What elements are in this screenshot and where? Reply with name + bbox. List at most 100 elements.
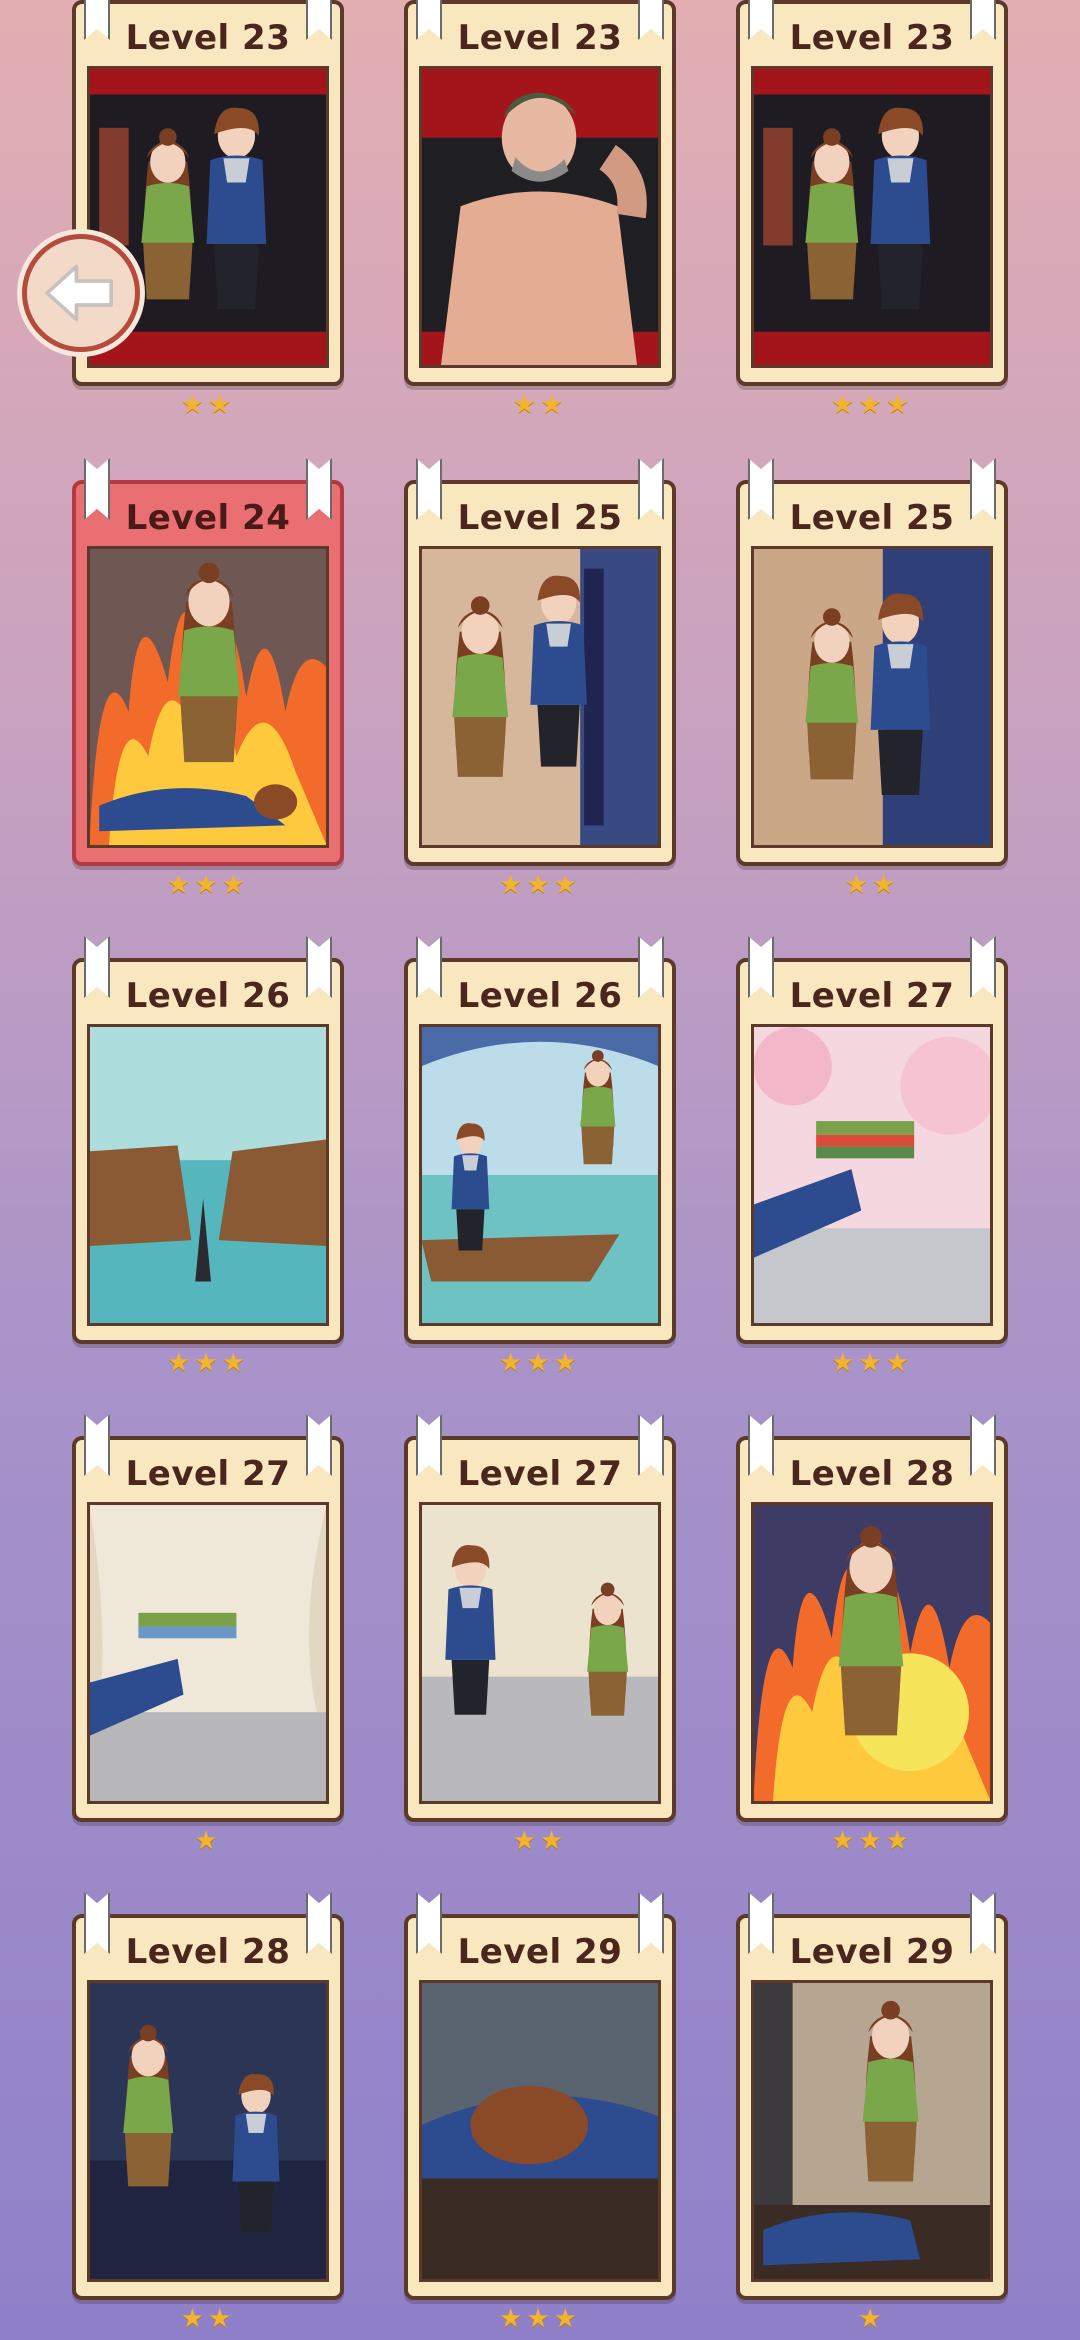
scene-illustration — [422, 69, 658, 365]
back-button[interactable] — [22, 234, 140, 352]
scene-illustration — [754, 1027, 990, 1323]
scene-illustration — [90, 1983, 326, 2279]
star-icon: ★ — [499, 2304, 527, 2334]
level-card[interactable]: Level 23 — [736, 0, 1008, 386]
level-card[interactable]: Level 29 — [736, 1892, 1008, 2300]
star-icon: ★ — [180, 2304, 208, 2334]
star-icon: ★ — [221, 870, 249, 900]
star-icon: ★ — [526, 1348, 554, 1378]
star-icon: ★ — [831, 1348, 859, 1378]
star-icon: ★ — [512, 390, 540, 420]
scene-illustration — [422, 1505, 658, 1801]
scene-illustration — [422, 1027, 658, 1323]
level-thumbnail — [87, 1024, 329, 1326]
level-label: Level 29 — [789, 1932, 955, 1972]
level-card[interactable]: Level 27 — [72, 1414, 344, 1822]
level-card[interactable]: Level 29 — [404, 1892, 676, 2300]
level-thumbnail — [87, 1502, 329, 1804]
level-card[interactable]: Level 25 — [404, 458, 676, 866]
star-icon: ★ — [831, 390, 859, 420]
level-card[interactable]: Level 27 — [404, 1414, 676, 1822]
star-rating: ★★★ — [404, 1348, 676, 1378]
star-icon: ★ — [512, 1826, 540, 1856]
level-card[interactable]: Level 26 — [72, 936, 344, 1344]
level-thumbnail — [419, 546, 661, 848]
star-icon: ★ — [526, 870, 554, 900]
level-card[interactable]: Level 26 — [404, 936, 676, 1344]
star-rating: ★ — [72, 1826, 344, 1856]
star-rating: ★★ — [404, 390, 676, 420]
star-rating: ★★ — [404, 1826, 676, 1856]
level-card[interactable]: Level 25 — [736, 458, 1008, 866]
level-card[interactable]: Level 28 — [736, 1414, 1008, 1822]
level-label: Level 24 — [125, 498, 291, 538]
level-label: Level 27 — [457, 1454, 623, 1494]
level-card[interactable]: Level 23 — [404, 0, 676, 386]
scene-illustration — [754, 69, 990, 365]
star-icon: ★ — [553, 1348, 581, 1378]
scene-illustration — [90, 1027, 326, 1323]
scene-illustration — [754, 1505, 990, 1801]
star-icon: ★ — [194, 870, 222, 900]
star-icon: ★ — [167, 870, 195, 900]
level-grid: Level 23 ★★ Level 23 ★★ Level 23 ★★★ Lev… — [0, 0, 1080, 2340]
level-thumbnail — [419, 1502, 661, 1804]
level-label: Level 23 — [125, 18, 291, 58]
level-thumbnail — [751, 546, 993, 848]
scene-illustration — [422, 549, 658, 845]
star-icon: ★ — [208, 2304, 236, 2334]
scene-illustration — [754, 549, 990, 845]
star-icon: ★ — [499, 1348, 527, 1378]
star-icon: ★ — [553, 2304, 581, 2334]
star-rating: ★★★ — [736, 1348, 1008, 1378]
scene-illustration — [90, 549, 326, 845]
level-label: Level 26 — [457, 976, 623, 1016]
star-rating: ★★ — [72, 2304, 344, 2334]
level-thumbnail — [751, 1024, 993, 1326]
star-icon: ★ — [194, 1826, 222, 1856]
level-thumbnail — [419, 1024, 661, 1326]
star-icon: ★ — [180, 390, 208, 420]
star-icon: ★ — [858, 1826, 886, 1856]
level-card[interactable]: Level 28 — [72, 1892, 344, 2300]
star-icon: ★ — [499, 870, 527, 900]
star-icon: ★ — [167, 1348, 195, 1378]
level-label: Level 26 — [125, 976, 291, 1016]
level-label: Level 23 — [457, 18, 623, 58]
level-label: Level 27 — [789, 976, 955, 1016]
level-thumbnail — [419, 1980, 661, 2282]
star-rating: ★★★ — [404, 870, 676, 900]
star-rating: ★★ — [736, 870, 1008, 900]
star-rating: ★ — [736, 2304, 1008, 2334]
star-rating: ★★★ — [72, 870, 344, 900]
level-label: Level 28 — [125, 1932, 291, 1972]
level-label: Level 29 — [457, 1932, 623, 1972]
star-rating: ★★★ — [72, 1348, 344, 1378]
level-thumbnail — [751, 1502, 993, 1804]
level-thumbnail — [419, 66, 661, 368]
star-icon: ★ — [831, 1826, 859, 1856]
level-thumbnail — [751, 66, 993, 368]
star-icon: ★ — [858, 2304, 886, 2334]
level-card[interactable]: Level 24 — [72, 458, 344, 866]
star-rating: ★★ — [72, 390, 344, 420]
star-icon: ★ — [844, 870, 872, 900]
level-label: Level 25 — [457, 498, 623, 538]
level-thumbnail — [751, 1980, 993, 2282]
star-icon: ★ — [540, 1826, 568, 1856]
star-icon: ★ — [858, 390, 886, 420]
star-icon: ★ — [540, 390, 568, 420]
level-label: Level 27 — [125, 1454, 291, 1494]
level-card[interactable]: Level 27 — [736, 936, 1008, 1344]
level-thumbnail — [87, 546, 329, 848]
level-label: Level 28 — [789, 1454, 955, 1494]
scene-illustration — [90, 1505, 326, 1801]
star-icon: ★ — [526, 2304, 554, 2334]
star-icon: ★ — [553, 870, 581, 900]
star-icon: ★ — [885, 1348, 913, 1378]
arrow-left-icon — [45, 264, 114, 322]
star-rating: ★★★ — [736, 390, 1008, 420]
star-icon: ★ — [208, 390, 236, 420]
star-icon: ★ — [221, 1348, 249, 1378]
level-thumbnail — [87, 1980, 329, 2282]
